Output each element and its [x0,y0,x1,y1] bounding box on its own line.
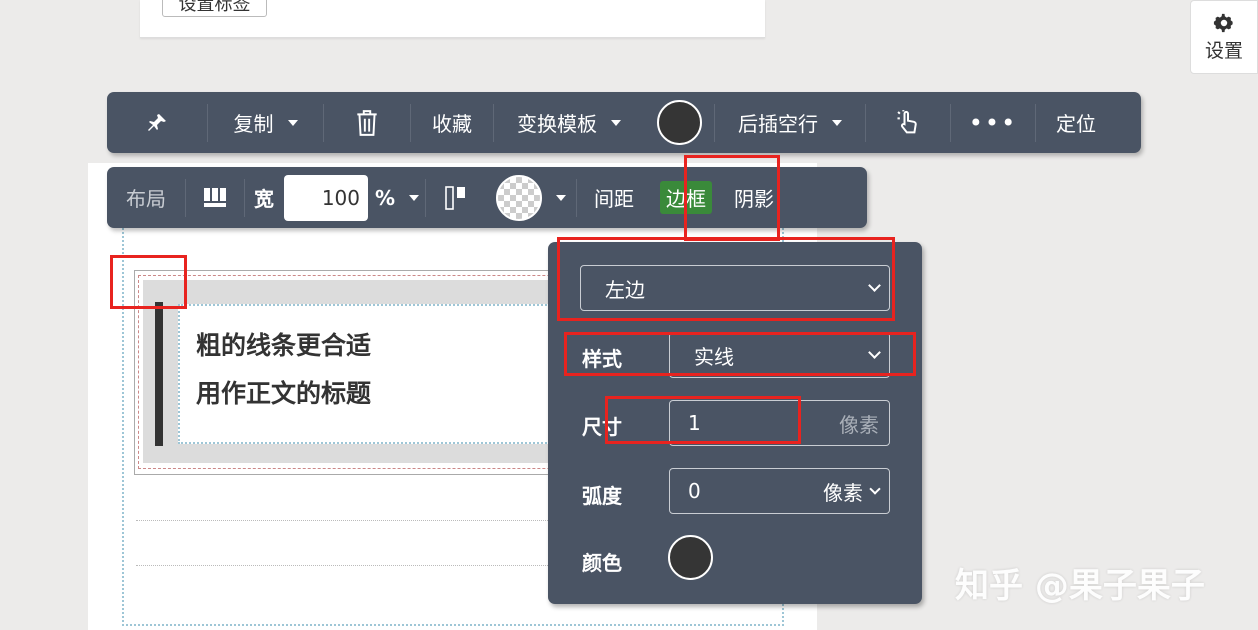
watermark: 知乎 @果子果子 [955,566,1205,606]
chevron-down-icon [869,482,881,495]
align-top-button[interactable] [426,167,486,228]
border-radius-value: 0 [688,479,701,503]
chevron-down-icon [611,119,621,126]
text-block[interactable]: 粗的线条更合适 用作正文的标题 [194,318,574,430]
set-tag-button[interactable]: 设置标签 [162,0,267,17]
more-button[interactable]: ••• [951,92,1035,153]
settings-button[interactable]: 设置 [1190,0,1258,74]
radius-label: 弧度 [582,484,622,508]
columns-button[interactable] [186,167,244,228]
insert-blank-after-button[interactable]: 后插空行 [715,92,865,153]
width-label: 宽 [254,187,274,211]
highlight-style-select [564,332,916,376]
trash-icon [357,109,377,136]
background-picker-button[interactable] [486,167,576,228]
highlight-size-input [605,396,801,444]
transparent-swatch [496,174,542,221]
change-template-label: 变换模板 [517,112,597,136]
radius-unit-dropdown[interactable]: 像素 [823,477,881,506]
color-picker-button[interactable] [644,92,714,153]
insert-blank-after-label: 后插空行 [738,112,818,136]
hand-pointer-icon [897,109,917,133]
left-border-line [155,302,163,446]
color-label: 颜色 [582,551,622,575]
layout-label: 布局 [126,187,166,211]
width-input-wrapper: 100 [283,167,369,228]
main-toolbar: 复制 收藏 变换模板 后插空行 ••• 定位 [107,92,1141,153]
width-unit-dropdown[interactable]: % [369,167,425,228]
select-tool-button[interactable] [866,92,950,153]
favorite-label: 收藏 [432,112,472,136]
locate-button[interactable]: 定位 [1036,92,1116,153]
size-unit: 像素 [839,412,879,437]
chevron-down-icon [832,119,842,126]
layout-button[interactable]: 布局 [107,167,185,228]
border-radius-input[interactable]: 0 像素 [669,468,890,514]
highlight-left-border [110,255,187,309]
favorite-button[interactable]: 收藏 [411,92,493,153]
settings-label: 设置 [1204,39,1243,62]
columns-icon [204,187,226,207]
spacing-tab[interactable]: 间距 [577,167,651,228]
highlight-border-tab [684,155,780,241]
width-input[interactable]: 100 [284,174,368,221]
gear-icon [1213,13,1233,32]
radius-unit: 像素 [823,480,863,505]
spacing-label: 间距 [594,187,634,211]
heading-line-1: 粗的线条更合适 [196,331,372,360]
copy-label: 复制 [233,112,274,136]
color-swatch [656,100,702,145]
delete-button[interactable] [324,92,410,153]
chevron-down-icon [556,194,566,201]
chevron-down-icon [409,194,420,201]
pin-icon [148,113,166,131]
copy-button[interactable]: 复制 [208,92,323,153]
chevron-down-icon [287,119,298,126]
highlight-side-select [557,237,895,321]
align-top-icon [445,185,465,210]
border-color-swatch[interactable] [668,535,713,580]
pin-button[interactable] [107,92,207,153]
locate-label: 定位 [1056,112,1096,136]
unit-label: % [374,185,396,210]
change-template-button[interactable]: 变换模板 [494,92,644,153]
heading-line-2: 用作正文的标题 [196,379,372,408]
more-icon: ••• [968,108,1018,137]
